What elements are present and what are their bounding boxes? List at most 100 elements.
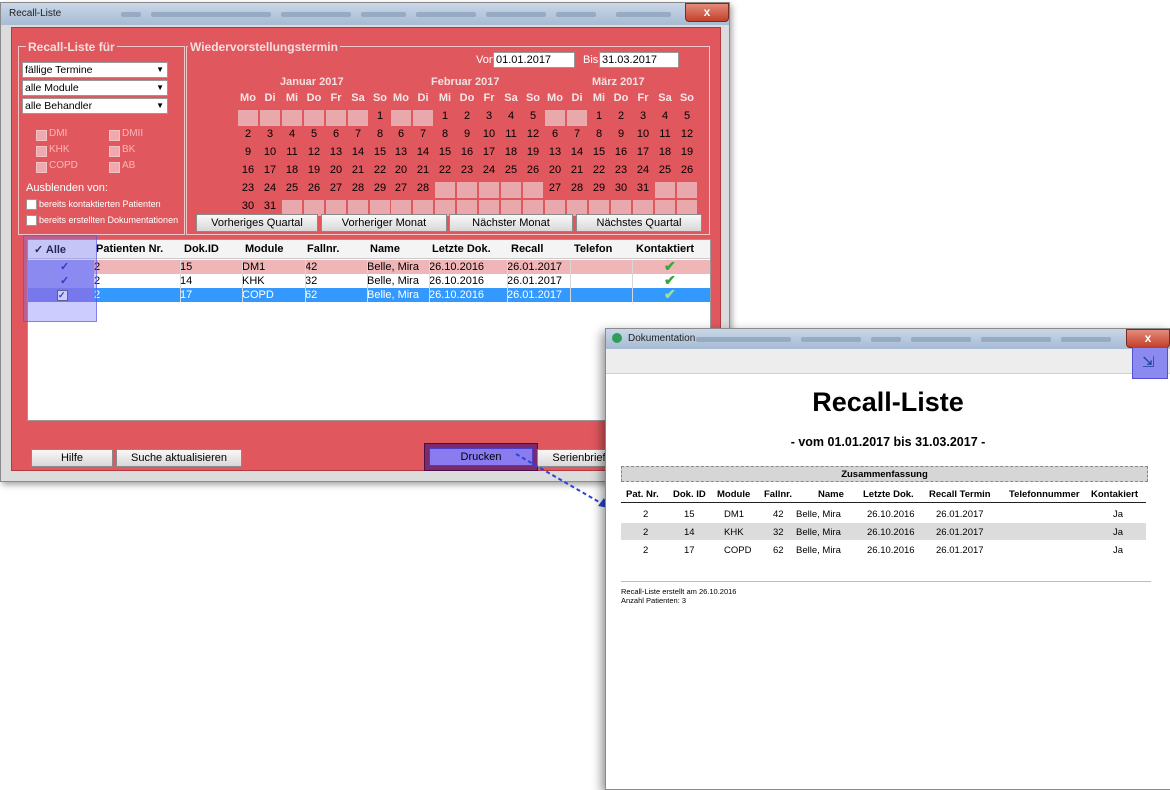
calendar-day[interactable]: 27 bbox=[545, 182, 565, 194]
calendar-day[interactable]: 10 bbox=[479, 128, 499, 140]
calendar-day[interactable]: 2 bbox=[457, 110, 477, 122]
calendar-day[interactable]: 24 bbox=[633, 164, 653, 176]
module-checkbox-bk[interactable] bbox=[109, 146, 120, 157]
calendar-day[interactable]: 14 bbox=[567, 146, 587, 158]
module-select[interactable]: alle Module ▼ bbox=[22, 80, 168, 96]
calendar-day[interactable]: 6 bbox=[326, 128, 346, 140]
calendar-day[interactable]: 18 bbox=[282, 164, 302, 176]
col-header[interactable]: Module bbox=[245, 243, 284, 255]
previous-month-button[interactable]: Vorheriger Monat bbox=[321, 214, 447, 232]
next-quarter-button[interactable]: Nächstes Quartal bbox=[576, 214, 702, 232]
calendar-day[interactable]: 1 bbox=[370, 110, 390, 122]
calendar-day[interactable]: 23 bbox=[238, 182, 258, 194]
col-header[interactable]: Name bbox=[370, 243, 400, 255]
calendar-day[interactable]: 5 bbox=[677, 110, 697, 122]
calendar-day[interactable]: 19 bbox=[523, 146, 543, 158]
calendar-day[interactable]: 25 bbox=[501, 164, 521, 176]
calendar-day[interactable]: 27 bbox=[391, 182, 411, 194]
calendar-day[interactable]: 22 bbox=[435, 164, 455, 176]
calendar-day[interactable]: 3 bbox=[633, 110, 653, 122]
calendar-day[interactable]: 20 bbox=[545, 164, 565, 176]
calendar-day[interactable]: 26 bbox=[523, 164, 543, 176]
calendar-day[interactable]: 13 bbox=[545, 146, 565, 158]
calendar-day[interactable]: 9 bbox=[238, 146, 258, 158]
hide-contacted-checkbox[interactable] bbox=[26, 199, 37, 210]
calendar-day[interactable]: 8 bbox=[589, 128, 609, 140]
col-header[interactable]: Fallnr. bbox=[307, 243, 339, 255]
calendar-day[interactable]: 16 bbox=[238, 164, 258, 176]
calendar-day[interactable]: 20 bbox=[391, 164, 411, 176]
calendar-day[interactable]: 3 bbox=[260, 128, 280, 140]
calendar-day[interactable]: 13 bbox=[391, 146, 411, 158]
calendar-day[interactable]: 6 bbox=[545, 128, 565, 140]
calendar-day[interactable]: 18 bbox=[655, 146, 675, 158]
calendar-day[interactable]: 26 bbox=[677, 164, 697, 176]
calendar-day[interactable]: 28 bbox=[348, 182, 368, 194]
calendar-day[interactable]: 27 bbox=[326, 182, 346, 194]
col-header[interactable]: Kontaktiert bbox=[636, 243, 694, 255]
next-month-button[interactable]: Nächster Monat bbox=[449, 214, 573, 232]
calendar-day[interactable]: 23 bbox=[611, 164, 631, 176]
calendar-day[interactable]: 29 bbox=[589, 182, 609, 194]
help-button[interactable]: Hilfe bbox=[31, 449, 113, 467]
calendar-day[interactable]: 2 bbox=[238, 128, 258, 140]
calendar-day[interactable]: 12 bbox=[523, 128, 543, 140]
calendar-day[interactable]: 14 bbox=[413, 146, 433, 158]
calendar-day[interactable]: 1 bbox=[589, 110, 609, 122]
calendar-day[interactable]: 25 bbox=[655, 164, 675, 176]
calendar-day[interactable]: 31 bbox=[633, 182, 653, 194]
calendar-day[interactable]: 15 bbox=[435, 146, 455, 158]
calendar-day[interactable]: 23 bbox=[457, 164, 477, 176]
from-date-input[interactable]: 01.01.2017 bbox=[493, 52, 575, 68]
calendar-day[interactable]: 7 bbox=[413, 128, 433, 140]
calendar-day[interactable]: 19 bbox=[304, 164, 324, 176]
due-select[interactable]: fällige Termine ▼ bbox=[22, 62, 168, 78]
export-button[interactable]: ⇲ bbox=[1132, 347, 1168, 379]
calendar-day[interactable]: 18 bbox=[501, 146, 521, 158]
close-button[interactable]: x bbox=[1126, 329, 1170, 348]
calendar-day[interactable]: 5 bbox=[523, 110, 543, 122]
calendar-day[interactable]: 9 bbox=[611, 128, 631, 140]
calendar-day[interactable]: 20 bbox=[326, 164, 346, 176]
module-checkbox-dmi[interactable] bbox=[36, 130, 47, 141]
col-header[interactable]: Recall bbox=[511, 243, 543, 255]
module-checkbox-khk[interactable] bbox=[36, 146, 47, 157]
module-checkbox-ab[interactable] bbox=[109, 162, 120, 173]
refresh-search-button[interactable]: Suche aktualisieren bbox=[116, 449, 242, 467]
calendar-day[interactable]: 31 bbox=[260, 200, 280, 212]
calendar-day[interactable]: 5 bbox=[304, 128, 324, 140]
calendar-day[interactable]: 28 bbox=[413, 182, 433, 194]
close-button[interactable]: x bbox=[685, 3, 729, 22]
calendar-day[interactable]: 13 bbox=[326, 146, 346, 158]
calendar-day[interactable]: 21 bbox=[413, 164, 433, 176]
calendar-day[interactable]: 9 bbox=[457, 128, 477, 140]
col-header[interactable]: Telefon bbox=[574, 243, 612, 255]
calendar-day[interactable]: 17 bbox=[260, 164, 280, 176]
calendar-day[interactable]: 24 bbox=[479, 164, 499, 176]
calendar-day[interactable]: 25 bbox=[282, 182, 302, 194]
calendar-day[interactable]: 28 bbox=[567, 182, 587, 194]
calendar-day[interactable]: 10 bbox=[633, 128, 653, 140]
hide-documented-checkbox[interactable] bbox=[26, 215, 37, 226]
col-header[interactable]: Patienten Nr. bbox=[96, 243, 163, 255]
calendar-day[interactable]: 2 bbox=[611, 110, 631, 122]
calendar-day[interactable]: 22 bbox=[370, 164, 390, 176]
calendar-day[interactable]: 26 bbox=[304, 182, 324, 194]
calendar-day[interactable]: 11 bbox=[501, 128, 521, 140]
calendar-day[interactable]: 11 bbox=[282, 146, 302, 158]
calendar-day[interactable]: 8 bbox=[370, 128, 390, 140]
calendar-day[interactable]: 15 bbox=[370, 146, 390, 158]
calendar-day[interactable]: 22 bbox=[589, 164, 609, 176]
calendar-day[interactable]: 12 bbox=[677, 128, 697, 140]
calendar-day[interactable]: 4 bbox=[282, 128, 302, 140]
calendar-day[interactable]: 12 bbox=[304, 146, 324, 158]
calendar-day[interactable]: 8 bbox=[435, 128, 455, 140]
calendar-day[interactable]: 1 bbox=[435, 110, 455, 122]
calendar-day[interactable]: 30 bbox=[611, 182, 631, 194]
calendar-day[interactable]: 21 bbox=[348, 164, 368, 176]
col-header[interactable]: Letzte Dok. bbox=[432, 243, 491, 255]
calendar-day[interactable]: 15 bbox=[589, 146, 609, 158]
module-checkbox-copd[interactable] bbox=[36, 162, 47, 173]
previous-quarter-button[interactable]: Vorheriges Quartal bbox=[196, 214, 318, 232]
calendar-day[interactable]: 7 bbox=[567, 128, 587, 140]
